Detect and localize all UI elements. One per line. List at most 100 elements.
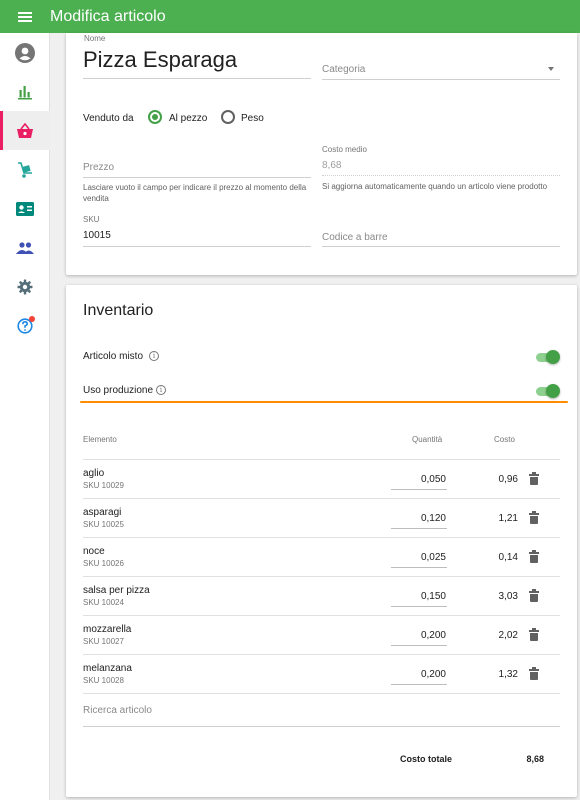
item-sku: SKU 10024 <box>83 598 124 607</box>
page-title: Modifica articolo <box>50 7 166 25</box>
sidebar-item-items[interactable] <box>0 111 50 150</box>
trash-icon[interactable] <box>529 589 539 602</box>
column-header-quantity: Quantità <box>412 435 443 444</box>
row-divider <box>83 576 560 577</box>
name-label: Nome <box>84 34 106 43</box>
sidebar-item-help[interactable] <box>0 306 50 345</box>
sidebar-item-reports[interactable] <box>0 72 50 111</box>
quantity-input[interactable]: 0,050 <box>391 474 447 485</box>
name-input[interactable]: Pizza Esparaga <box>83 47 237 73</box>
sku-input[interactable]: 10015 <box>83 230 111 241</box>
gear-icon <box>17 279 33 294</box>
bar-chart-icon <box>18 85 32 99</box>
column-header-cost: Costo <box>494 435 515 444</box>
radio-weight[interactable] <box>221 110 235 124</box>
quantity-underline <box>391 606 447 607</box>
quantity-input[interactable]: 0,025 <box>391 552 447 563</box>
inventory-title: Inventario <box>83 302 154 319</box>
app-bar: Modifica articolo <box>0 0 580 33</box>
radio-per-piece[interactable] <box>148 110 162 124</box>
price-hint: Lasciare vuoto il campo per indicare il … <box>83 183 307 203</box>
item-sku: SKU 10025 <box>83 520 124 529</box>
quantity-input[interactable]: 0,150 <box>391 591 447 602</box>
quantity-underline <box>391 489 447 490</box>
info-icon[interactable]: i <box>149 351 159 361</box>
sku-label: SKU <box>83 215 100 224</box>
item-sku: SKU 10029 <box>83 481 124 490</box>
notification-dot <box>29 316 35 322</box>
item-name: melanzana <box>83 663 132 674</box>
sku-underline <box>83 246 311 247</box>
sidebar-item-customers[interactable] <box>0 189 50 228</box>
header-divider <box>83 459 560 460</box>
highlight-underline <box>80 401 568 403</box>
trash-icon[interactable] <box>529 511 539 524</box>
item-search-input[interactable]: Ricerca articolo <box>83 705 152 716</box>
sidebar-item-employees[interactable] <box>0 228 50 267</box>
total-cost-value: 8,68 <box>526 754 544 764</box>
radio-weight-label[interactable]: Peso <box>241 113 264 124</box>
column-header-element: Elemento <box>83 435 117 444</box>
price-underline <box>83 177 311 178</box>
row-divider <box>83 615 560 616</box>
row-divider <box>83 537 560 538</box>
quantity-underline <box>391 567 447 568</box>
search-underline <box>83 726 560 727</box>
sidebar-item-account[interactable] <box>0 33 50 72</box>
production-use-label: Uso produzione <box>83 385 154 396</box>
contact-card-icon <box>16 201 34 216</box>
trash-icon[interactable] <box>529 667 539 680</box>
basket-icon <box>17 122 33 138</box>
row-divider <box>83 654 560 655</box>
quantity-underline <box>391 684 447 685</box>
item-sku: SKU 10028 <box>83 676 124 685</box>
category-select[interactable]: Categoria <box>322 64 365 75</box>
avg-cost-hint: Si aggiorna automaticamente quando un ar… <box>322 182 548 191</box>
item-name: noce <box>83 546 105 557</box>
category-underline <box>322 79 560 80</box>
item-name: asparagi <box>83 507 122 518</box>
quantity-input[interactable]: 0,200 <box>391 630 447 641</box>
sidebar-item-inventory[interactable] <box>0 150 50 189</box>
price-input[interactable]: Prezzo <box>83 162 114 173</box>
avg-cost-value: 8,68 <box>322 160 342 171</box>
menu-icon[interactable] <box>0 0 50 33</box>
radio-per-piece-label[interactable]: Al pezzo <box>169 113 207 124</box>
barcode-input[interactable]: Codice a barre <box>322 232 388 243</box>
item-cost: 0,96 <box>498 474 518 485</box>
quantity-underline <box>391 645 447 646</box>
barcode-underline <box>322 246 560 247</box>
mixed-item-label: Articolo misto <box>83 351 144 362</box>
item-name: salsa per pizza <box>83 585 150 596</box>
item-cost: 2,02 <box>498 630 518 641</box>
item-cost: 1,32 <box>498 669 518 680</box>
item-sku: SKU 10026 <box>83 559 124 568</box>
quantity-input[interactable]: 0,200 <box>391 669 447 680</box>
trash-icon[interactable] <box>529 550 539 563</box>
item-cost: 0,14 <box>498 552 518 563</box>
row-divider <box>83 693 560 694</box>
quantity-input[interactable]: 0,120 <box>391 513 447 524</box>
sidebar <box>0 33 50 800</box>
name-underline <box>83 78 311 79</box>
chevron-down-icon[interactable] <box>548 67 554 71</box>
quantity-underline <box>391 528 447 529</box>
item-name: mozzarella <box>83 624 132 635</box>
item-sku: SKU 10027 <box>83 637 124 646</box>
sold-by-label: Venduto da <box>83 113 134 124</box>
avg-cost-underline <box>322 175 560 176</box>
total-cost-label: Costo totale <box>400 754 453 764</box>
people-icon <box>16 241 34 254</box>
truck-icon <box>18 161 32 178</box>
row-divider <box>83 498 560 499</box>
item-cost: 3,03 <box>498 591 518 602</box>
item-name: aglio <box>83 468 105 479</box>
trash-icon[interactable] <box>529 472 539 485</box>
trash-icon[interactable] <box>529 628 539 641</box>
account-circle-icon <box>15 42 35 63</box>
info-icon[interactable]: i <box>156 385 166 395</box>
avg-cost-label: Costo medio <box>322 145 367 154</box>
sidebar-item-settings[interactable] <box>0 267 50 306</box>
mixed-item-toggle[interactable] <box>536 350 560 364</box>
production-use-toggle[interactable] <box>536 384 560 398</box>
